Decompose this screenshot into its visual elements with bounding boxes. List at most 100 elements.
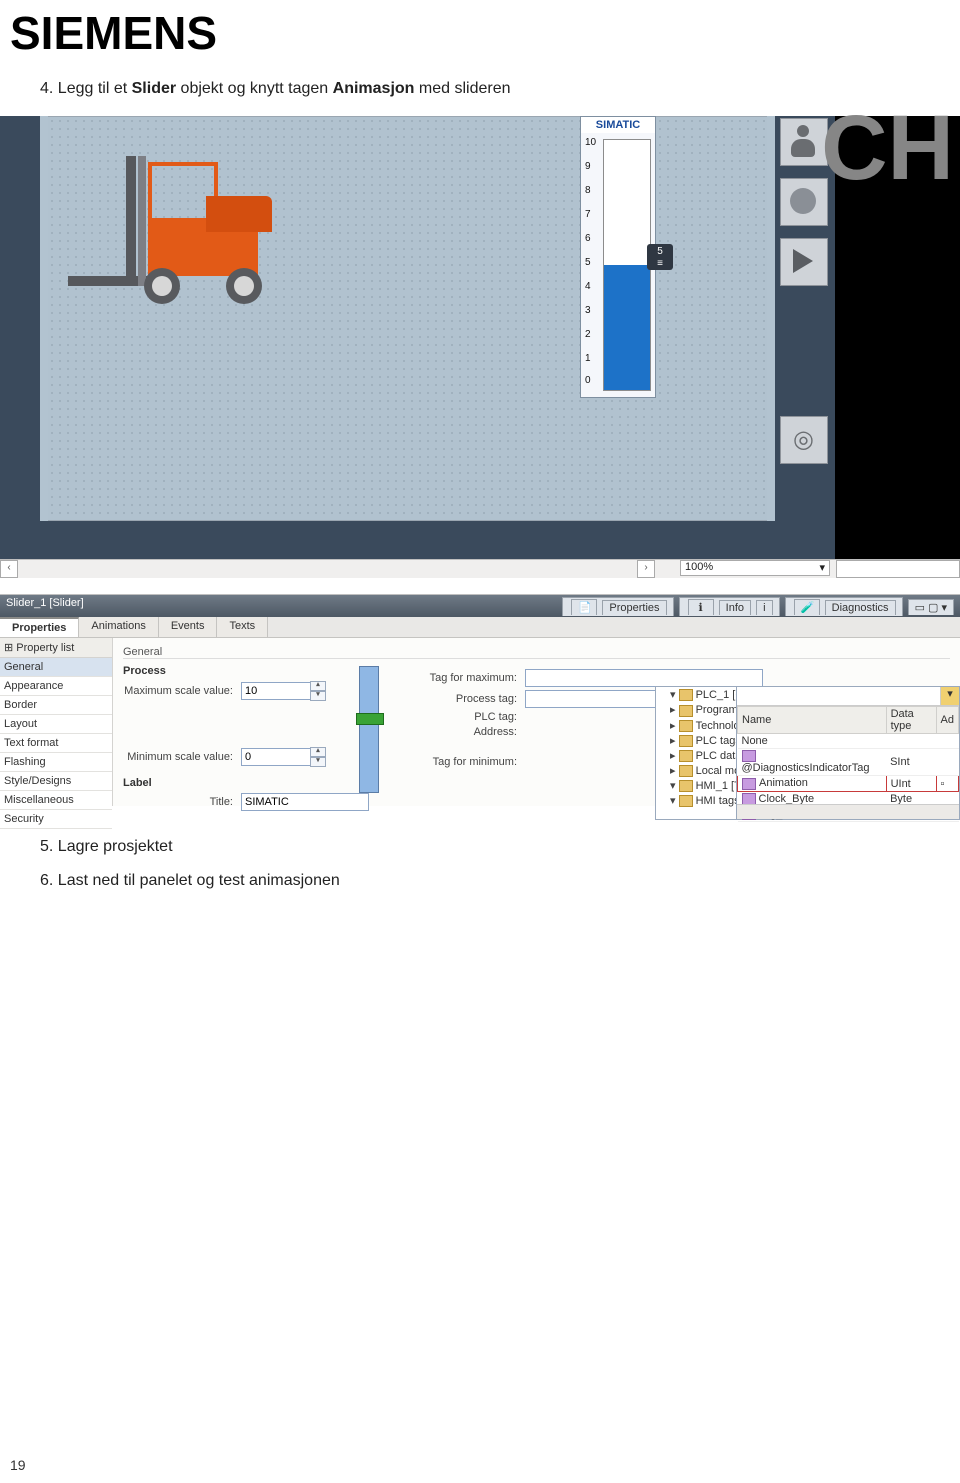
tick-label: 1 (585, 353, 591, 364)
plist-flashing[interactable]: Flashing (0, 753, 112, 772)
hmi-slider-fill (604, 265, 650, 390)
tick-label: 5 (585, 257, 591, 268)
tag-search-input[interactable] (737, 687, 940, 703)
tag-row-animation[interactable]: AnimationUInt▫ (738, 776, 959, 791)
hmi-slider-object[interactable]: SIMATIC 5≡ 10 9 8 7 6 5 4 3 2 1 (580, 116, 656, 398)
plist-text-format[interactable]: Text format (0, 734, 112, 753)
properties-pane: Slider_1 [Slider] 📄 Properties ℹ Info i … (0, 594, 960, 806)
plist-style-designs[interactable]: Style/Designs (0, 772, 112, 791)
tag-cell: @DiagnosticsIndicatorTag (742, 762, 870, 774)
hmi-slider-thumb-value: 5 (657, 246, 663, 257)
col-name[interactable]: Name (738, 707, 887, 734)
preview-slider-track (359, 666, 379, 793)
scroll-left-button[interactable]: ‹ (0, 560, 18, 578)
scroll-right-button[interactable]: › (637, 560, 655, 578)
folder-icon (679, 720, 693, 732)
editor-canvas[interactable]: SIMATIC 5≡ 10 9 8 7 6 5 4 3 2 1 (0, 116, 960, 576)
zoom-value: 100% (685, 561, 713, 573)
subtab-texts[interactable]: Texts (217, 617, 268, 637)
preview-slider-handle[interactable] (356, 713, 384, 725)
label-title: Title: (123, 796, 233, 808)
hmi-slider-track[interactable] (603, 139, 651, 391)
folder-icon (679, 750, 693, 762)
tag-row-none[interactable]: None (738, 734, 959, 749)
tag-search-row: ▾ (737, 687, 959, 706)
runtime-blackbar: CH (835, 116, 960, 576)
chevron-down-icon: ▾ (819, 561, 825, 574)
input-title[interactable] (241, 793, 369, 811)
label-tag-max: Tag for maximum: (399, 672, 517, 684)
subtab-properties[interactable]: Properties (0, 617, 79, 637)
plist-layout[interactable]: Layout (0, 715, 112, 734)
spinner-down[interactable]: ▾ (310, 691, 326, 701)
tree-label: HMI tags (696, 795, 740, 807)
input-min-scale[interactable] (241, 748, 311, 766)
col-address[interactable]: Ad (936, 707, 958, 734)
tag-cell: UInt (886, 776, 936, 791)
spinner-up[interactable]: ▴ (310, 681, 326, 691)
tag-table-scrollbar[interactable] (737, 804, 959, 819)
col-datatype[interactable]: Data type (886, 707, 936, 734)
general-properties-form: General Process Maximum scale value: ▴▾ … (113, 638, 960, 806)
inspector-tab-diagnostics-label: Diagnostics (825, 600, 896, 615)
hmi-slider-title: SIMATIC (581, 117, 655, 133)
label-plc-tag: PLC tag: (399, 711, 517, 723)
forklift-mast (126, 156, 136, 286)
properties-subtabs: Properties Animations Events Texts (0, 617, 960, 638)
editor-horizontal-scrollbar[interactable]: ‹ › 100% ▾ (0, 559, 960, 578)
tag-picker-table[interactable]: ▾ Name Data type Ad None @DiagnosticsInd… (736, 686, 960, 820)
plist-miscellaneous[interactable]: Miscellaneous (0, 791, 112, 810)
siemens-logo: SIEMENS (0, 0, 960, 60)
tick-label: 6 (585, 233, 591, 244)
inspector-tab-diagnostics[interactable]: 🧪 Diagnostics (785, 597, 903, 616)
runtime-exit-button[interactable] (780, 416, 828, 464)
tag-cell: SInt (886, 749, 936, 776)
step4-bold-animasjon: Animasjon (333, 80, 415, 97)
inspector-window-buttons[interactable]: ▭ ▢ ▾ (908, 599, 954, 615)
tag-icon (742, 778, 756, 790)
zoom-slider[interactable] (836, 560, 960, 578)
inspector-tab-info[interactable]: ℹ Info i (679, 597, 780, 616)
subtab-animations[interactable]: Animations (79, 617, 158, 637)
spinner-up[interactable]: ▴ (310, 747, 326, 757)
input-tag-max[interactable] (525, 669, 763, 687)
step4-suffix: med slideren (414, 80, 510, 97)
tick-label: 2 (585, 329, 591, 340)
plist-security[interactable]: Security (0, 810, 112, 829)
tick-label: 7 (585, 209, 591, 220)
folder-icon (679, 689, 693, 701)
diagnostics-icon: 🧪 (794, 599, 820, 615)
property-list-header: ⊞ Property list (0, 638, 112, 658)
folder-icon (679, 795, 693, 807)
inspector-tab-properties[interactable]: 📄 Properties (562, 597, 673, 616)
zoom-level-dropdown[interactable]: 100% ▾ (680, 560, 830, 576)
spinner-down[interactable]: ▾ (310, 757, 326, 767)
runtime-back-button[interactable] (780, 238, 828, 286)
tag-row-diag[interactable]: @DiagnosticsIndicatorTag SInt (738, 749, 959, 776)
plist-general[interactable]: General (0, 658, 112, 677)
folder-icon (679, 705, 693, 717)
folder-icon (679, 780, 693, 792)
tick-label: 4 (585, 281, 591, 292)
tick-label: 3 (585, 305, 591, 316)
label-tag-min: Tag for minimum: (399, 756, 517, 768)
step4-mid: objekt og knytt tagen (176, 80, 333, 97)
inspector-tab-properties-label: Properties (602, 600, 666, 615)
step4-bold-slider: Slider (132, 80, 176, 97)
properties-header: Slider_1 [Slider] 📄 Properties ℹ Info i … (0, 595, 960, 617)
plist-appearance[interactable]: Appearance (0, 677, 112, 696)
info-badge: i (756, 600, 772, 615)
hmi-screen-workarea[interactable]: SIMATIC 5≡ 10 9 8 7 6 5 4 3 2 1 (40, 116, 775, 521)
plist-border[interactable]: Border (0, 696, 112, 715)
tag-search-button[interactable]: ▾ (940, 687, 959, 705)
tia-portal-screenshot: SIMATIC 5≡ 10 9 8 7 6 5 4 3 2 1 (0, 116, 960, 806)
expand-icon[interactable]: ⊞ (4, 642, 13, 654)
runtime-logo-glyph: CH (821, 96, 954, 201)
input-max-scale[interactable] (241, 682, 311, 700)
tag-cell: None (738, 734, 959, 749)
tick-label: 0 (585, 375, 591, 386)
hmi-slider-thumb[interactable]: 5≡ (647, 244, 673, 270)
subtab-events[interactable]: Events (159, 617, 218, 637)
form-heading-general: General (123, 646, 950, 659)
forklift-engine (206, 196, 272, 232)
